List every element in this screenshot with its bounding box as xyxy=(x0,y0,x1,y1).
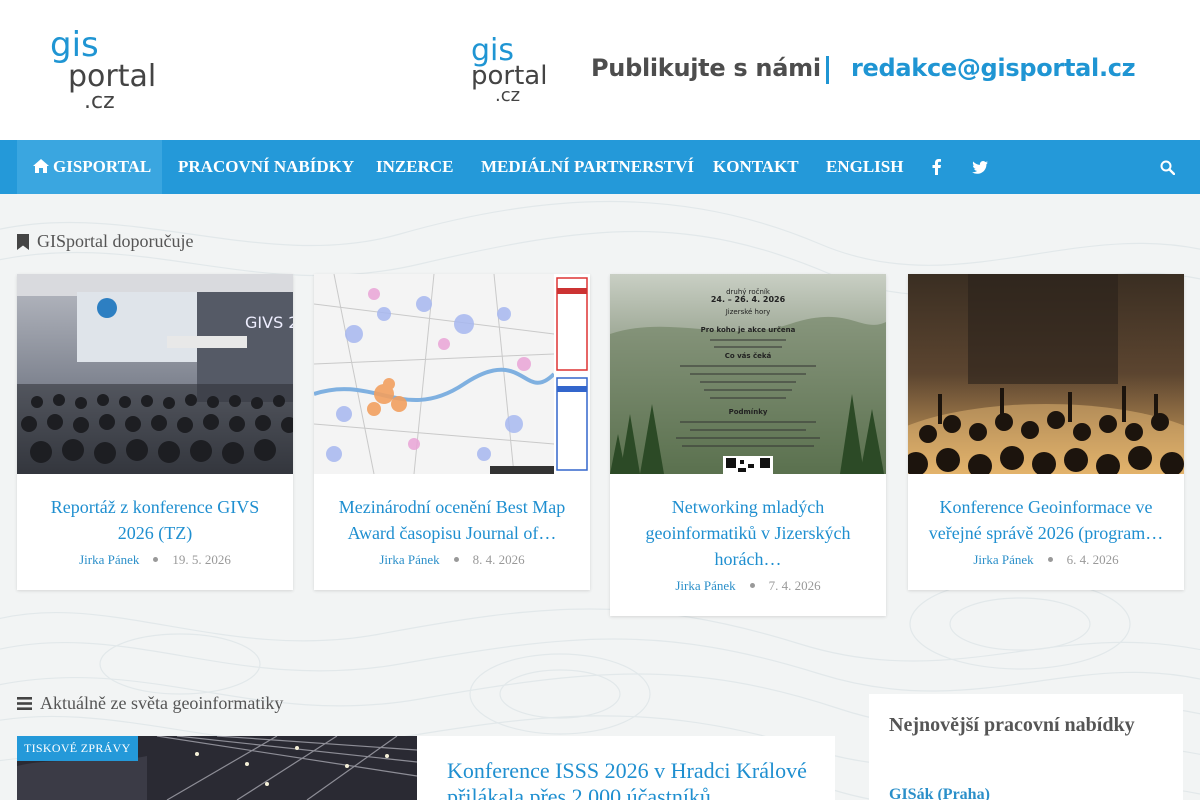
article-card[interactable]: Mezinárodní ocenění Best Map Award časop… xyxy=(314,274,590,590)
article-date: 6. 4. 2026 xyxy=(1066,552,1119,567)
article-title[interactable]: Reportáž z konference GIVS 2026 (TZ) xyxy=(17,474,293,546)
banner-separator xyxy=(826,56,829,84)
banner-publish-text: Publikujte s námi xyxy=(591,54,821,82)
job-listing-link[interactable]: GISák (Praha) xyxy=(889,786,990,800)
article-meta: Jirka Pánek 6. 4. 2026 xyxy=(908,546,1184,590)
recommended-heading-text: GISportal doporučuje xyxy=(37,231,194,251)
jobs-widget: Nejnovější pracovní nabídky GISák (Praha… xyxy=(869,694,1183,800)
article-card[interactable]: druhý ročník 24. – 26. 4. 2026 Jizerské … xyxy=(610,274,886,616)
article-title[interactable]: Konference Geoinformace ve veřejné správ… xyxy=(908,474,1184,546)
nav-item-ads[interactable]: INZERCE xyxy=(360,140,469,194)
article-image-audience[interactable] xyxy=(908,274,1184,474)
twitter-icon[interactable] xyxy=(965,140,995,194)
article-author[interactable]: Jirka Pánek xyxy=(79,552,139,567)
article-card[interactable]: Konference Geoinformace ve veřejné správ… xyxy=(908,274,1184,590)
article-meta: Jirka Pánek 7. 4. 2026 xyxy=(610,572,886,616)
article-title[interactable]: Mezinárodní ocenění Best Map Award časop… xyxy=(314,474,590,546)
meta-separator xyxy=(453,557,459,562)
nav-item-contact[interactable]: KONTAKT xyxy=(697,140,815,194)
svg-text:GIVS 2: GIVS 2 xyxy=(245,313,293,332)
article-meta: Jirka Pánek 8. 4. 2026 xyxy=(314,546,590,590)
site-header: gis portal .cz gis portal .cz Publikujte… xyxy=(0,0,1200,140)
article-author[interactable]: Jirka Pánek xyxy=(973,552,1033,567)
news-title[interactable]: Konference ISSS 2026 v Hradci Králové př… xyxy=(447,758,827,800)
article-image-award-map[interactable] xyxy=(314,274,590,474)
nav-item-english[interactable]: ENGLISH xyxy=(810,140,919,194)
nav-item-gisportal[interactable]: GISPORTAL xyxy=(17,140,162,194)
meta-separator xyxy=(1047,557,1053,562)
category-badge[interactable]: TISKOVÉ ZPRÁVY xyxy=(17,736,138,761)
nav-item-media-partnership[interactable]: MEDIÁLNÍ PARTNERSTVÍ xyxy=(465,140,710,194)
advertise-banner[interactable]: gis portal .cz Publikujte s námi redakce… xyxy=(469,33,1149,106)
svg-text:Podmínky: Podmínky xyxy=(729,408,768,416)
article-date: 7. 4. 2026 xyxy=(768,578,821,593)
news-heading: Aktuálně ze světa geoinformatiky xyxy=(17,693,283,714)
svg-text:Co vás čeká: Co vás čeká xyxy=(725,352,772,360)
meta-separator xyxy=(153,557,159,562)
jobs-widget-title: Nejnovější pracovní nabídky xyxy=(889,714,1135,736)
svg-text:Pro koho je akce určena: Pro koho je akce určena xyxy=(701,326,796,334)
main-nav: GISPORTAL PRACOVNÍ NABÍDKY INZERCE MEDIÁ… xyxy=(0,140,1200,194)
search-icon[interactable] xyxy=(1152,140,1182,194)
gisportal-logo[interactable]: gis portal .cz xyxy=(48,25,166,114)
news-text-panel: Konference ISSS 2026 v Hradci Králové př… xyxy=(417,736,835,800)
svg-text:.cz: .cz xyxy=(495,85,520,104)
article-date: 19. 5. 2026 xyxy=(172,552,231,567)
article-date: 8. 4. 2026 xyxy=(472,552,525,567)
article-meta: Jirka Pánek 19. 5. 2026 xyxy=(17,546,293,590)
article-author[interactable]: Jirka Pánek xyxy=(379,552,439,567)
facebook-icon[interactable] xyxy=(921,140,951,194)
svg-text:Jizerské hory: Jizerské hory xyxy=(725,308,771,316)
recommended-heading: GISportal doporučuje xyxy=(17,231,193,252)
article-image-event-poster[interactable]: druhý ročník 24. – 26. 4. 2026 Jizerské … xyxy=(610,274,886,474)
banner-logo: gis portal .cz xyxy=(469,33,565,106)
article-title[interactable]: Networking mladých geoinformatiků v Jize… xyxy=(610,474,886,572)
list-icon xyxy=(17,697,32,710)
bookmark-icon xyxy=(17,233,29,250)
home-icon xyxy=(33,159,49,173)
nav-label-gisportal: GISPORTAL xyxy=(53,157,152,176)
svg-text:.cz: .cz xyxy=(84,89,115,112)
article-card[interactable]: GIVS 2 Reportáž z konference GIVS 2026 (… xyxy=(17,274,293,590)
news-heading-text: Aktuálně ze světa geoinformatiky xyxy=(40,693,284,713)
meta-separator xyxy=(749,583,755,588)
article-author[interactable]: Jirka Pánek xyxy=(675,578,735,593)
nav-item-jobs[interactable]: PRACOVNÍ NABÍDKY xyxy=(162,140,370,194)
article-image-conference-hall[interactable]: GIVS 2 xyxy=(17,274,293,474)
svg-text:24. – 26. 4. 2026: 24. – 26. 4. 2026 xyxy=(711,295,786,304)
banner-email[interactable]: redakce@gisportal.cz xyxy=(851,54,1136,82)
